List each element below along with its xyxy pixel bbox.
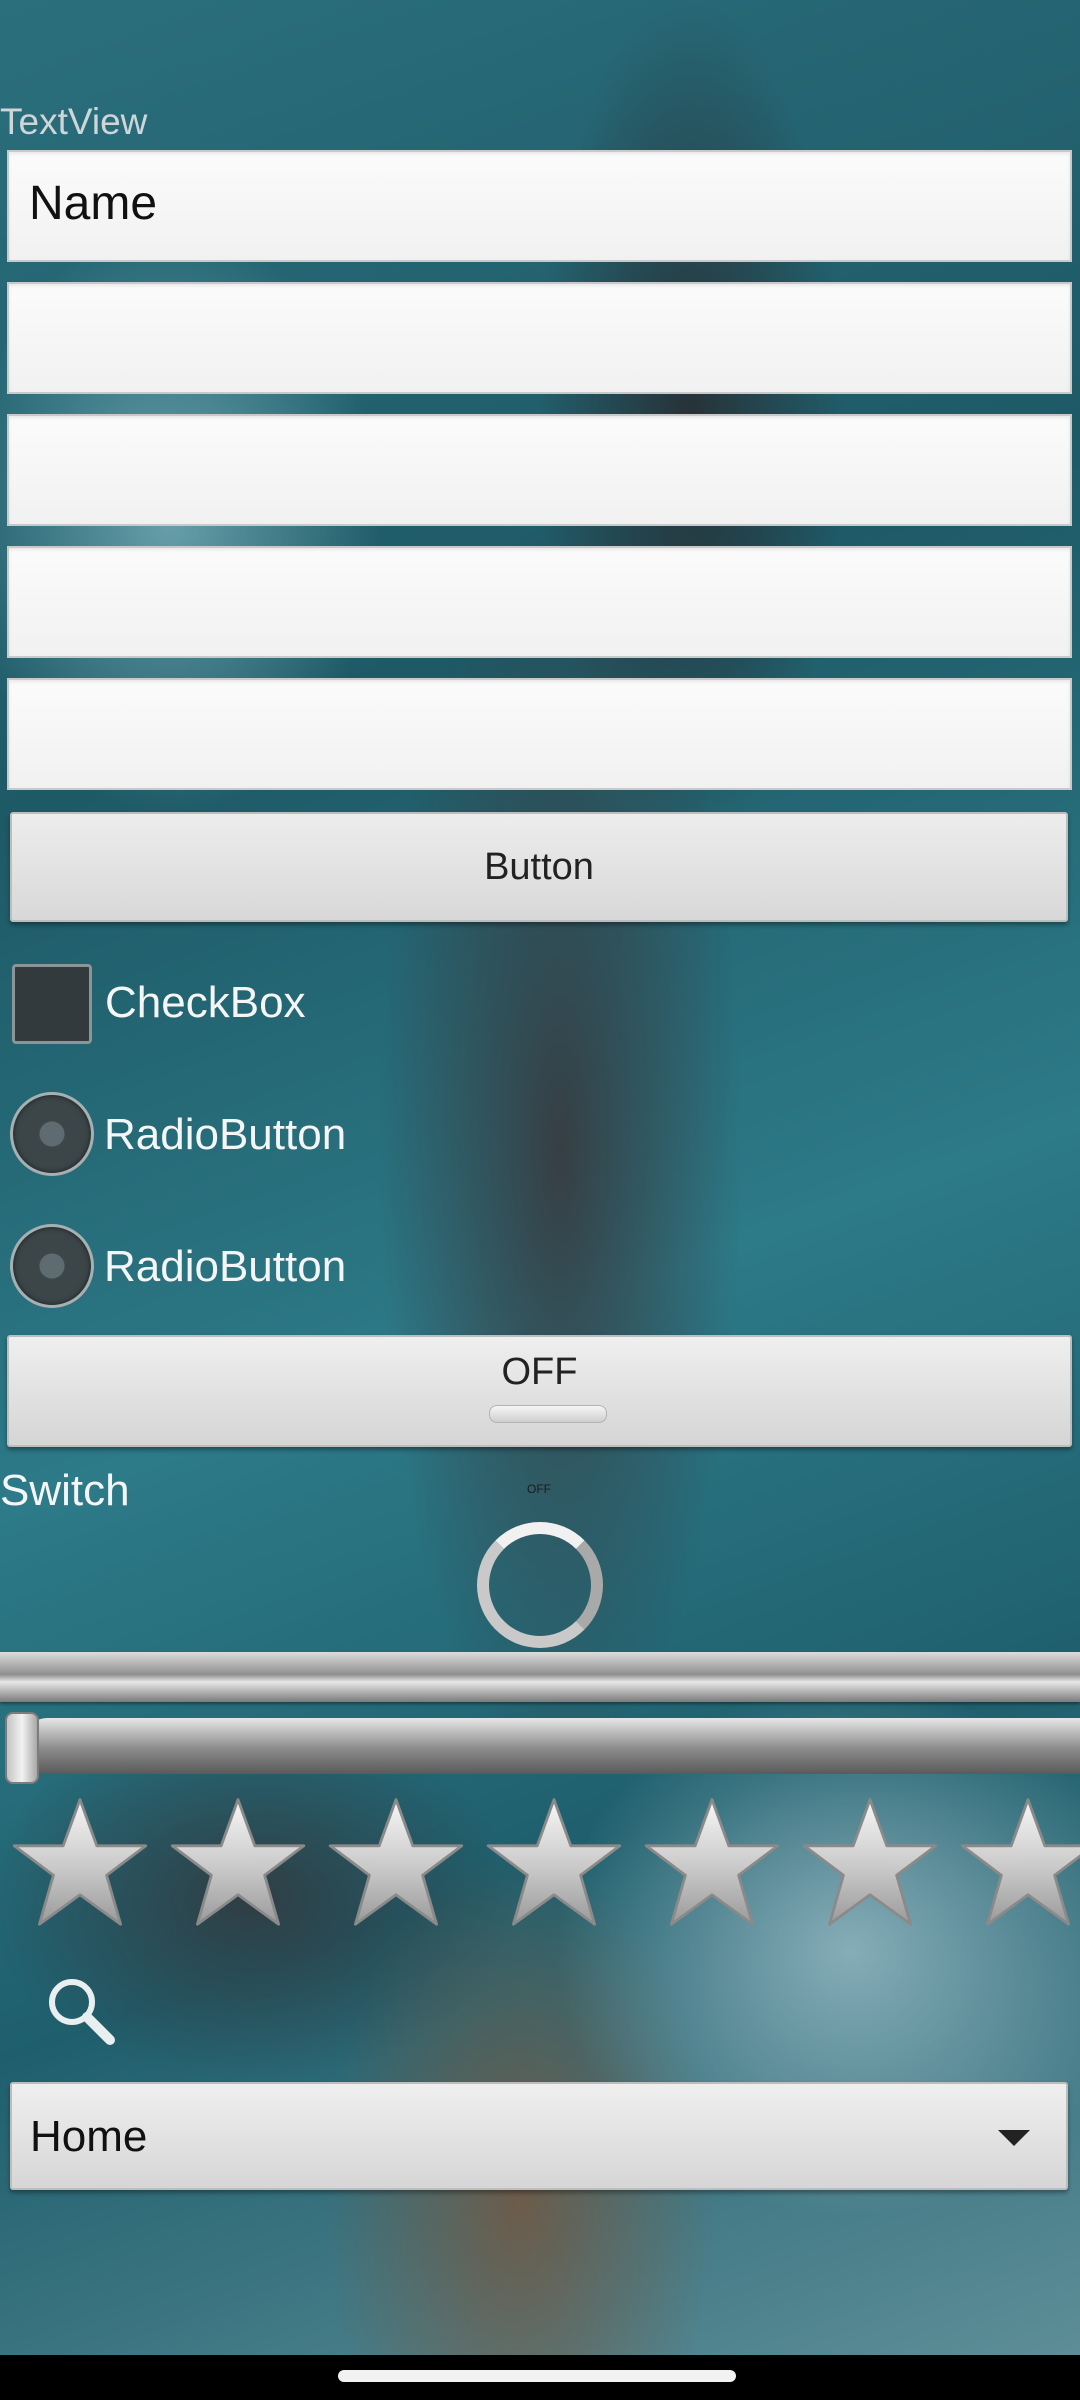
star-icon[interactable] [10, 1794, 150, 1934]
text-field-4[interactable] [7, 546, 1072, 658]
text-field-2[interactable] [7, 282, 1072, 394]
checkbox-label[interactable]: CheckBox [105, 978, 306, 1028]
name-field[interactable]: Name [7, 150, 1072, 262]
star-icon[interactable] [484, 1794, 624, 1934]
seekbar-thumb[interactable] [5, 1712, 39, 1784]
toggle-button[interactable]: OFF [7, 1335, 1072, 1447]
star-icon[interactable] [958, 1794, 1080, 1934]
star-icon[interactable] [168, 1794, 308, 1934]
switch-label[interactable]: Switch [0, 1466, 130, 1516]
toggle-button-label: OFF [501, 1351, 578, 1393]
progress-spinner [477, 1522, 603, 1648]
main-button[interactable]: Button [10, 812, 1068, 922]
progress-bar [0, 1652, 1080, 1702]
radio-button-1-label[interactable]: RadioButton [104, 1110, 346, 1160]
seekbar-track[interactable] [20, 1718, 1080, 1774]
textview-label: TextView [0, 101, 148, 142]
search-icon[interactable] [40, 1970, 120, 2050]
radio-button-2-label[interactable]: RadioButton [104, 1242, 346, 1292]
app-screen: TextView Name Button CheckBox RadioButto… [0, 0, 1080, 2355]
radio-button-2[interactable] [10, 1224, 94, 1308]
dropdown-selected: Home [30, 2112, 148, 2161]
name-field-value: Name [29, 177, 158, 230]
switch-state-text[interactable]: OFF [527, 1482, 551, 1496]
toggle-indicator [489, 1405, 607, 1423]
radio-button-1[interactable] [10, 1092, 94, 1176]
chevron-down-icon [998, 2130, 1030, 2146]
star-icon[interactable] [326, 1794, 466, 1934]
dropdown-spinner[interactable]: Home [10, 2082, 1068, 2190]
checkbox[interactable] [12, 964, 92, 1044]
text-field-3[interactable] [7, 414, 1072, 526]
text-field-5[interactable] [7, 678, 1072, 790]
star-icon[interactable] [800, 1794, 940, 1934]
star-icon[interactable] [642, 1794, 782, 1934]
home-gesture-handle[interactable] [338, 2370, 736, 2382]
